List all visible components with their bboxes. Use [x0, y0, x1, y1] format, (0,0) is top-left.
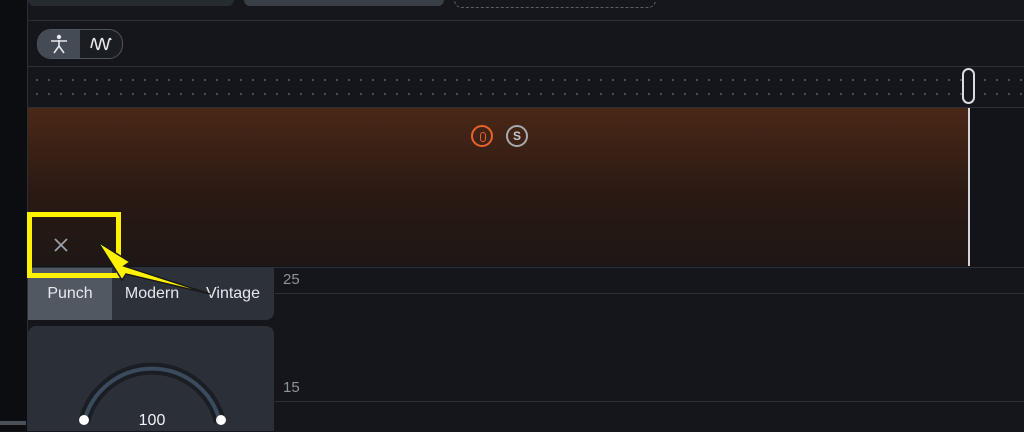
playhead-handle[interactable]: [962, 68, 975, 104]
track-empty-area: [968, 108, 1024, 266]
top-tab-1[interactable]: [28, 0, 234, 6]
tool-row: [28, 21, 1024, 67]
meter-gridline: [275, 401, 1024, 402]
waveform-view-button[interactable]: [80, 30, 122, 58]
figure-view-button[interactable]: [38, 30, 80, 58]
left-sidebar: [0, 0, 28, 431]
waveform-icon: [90, 37, 112, 51]
scroll-handle[interactable]: [0, 421, 26, 425]
meter-gridline: [275, 293, 1024, 294]
playhead-line: [968, 108, 970, 266]
timeline-ruler[interactable]: [28, 67, 1024, 108]
top-tab-add-slot[interactable]: [454, 0, 656, 8]
knob-value: 100: [138, 412, 166, 429]
figure-icon: [51, 34, 67, 54]
meter-label: 25: [283, 271, 300, 288]
top-tab-2[interactable]: [244, 0, 444, 6]
view-toggle: [37, 29, 123, 59]
solo-label: S: [512, 129, 521, 143]
highlight-arrow-icon: [97, 241, 211, 295]
record-icon[interactable]: [471, 125, 493, 147]
solo-icon[interactable]: S: [506, 125, 528, 147]
meter-label: 15: [283, 379, 300, 396]
